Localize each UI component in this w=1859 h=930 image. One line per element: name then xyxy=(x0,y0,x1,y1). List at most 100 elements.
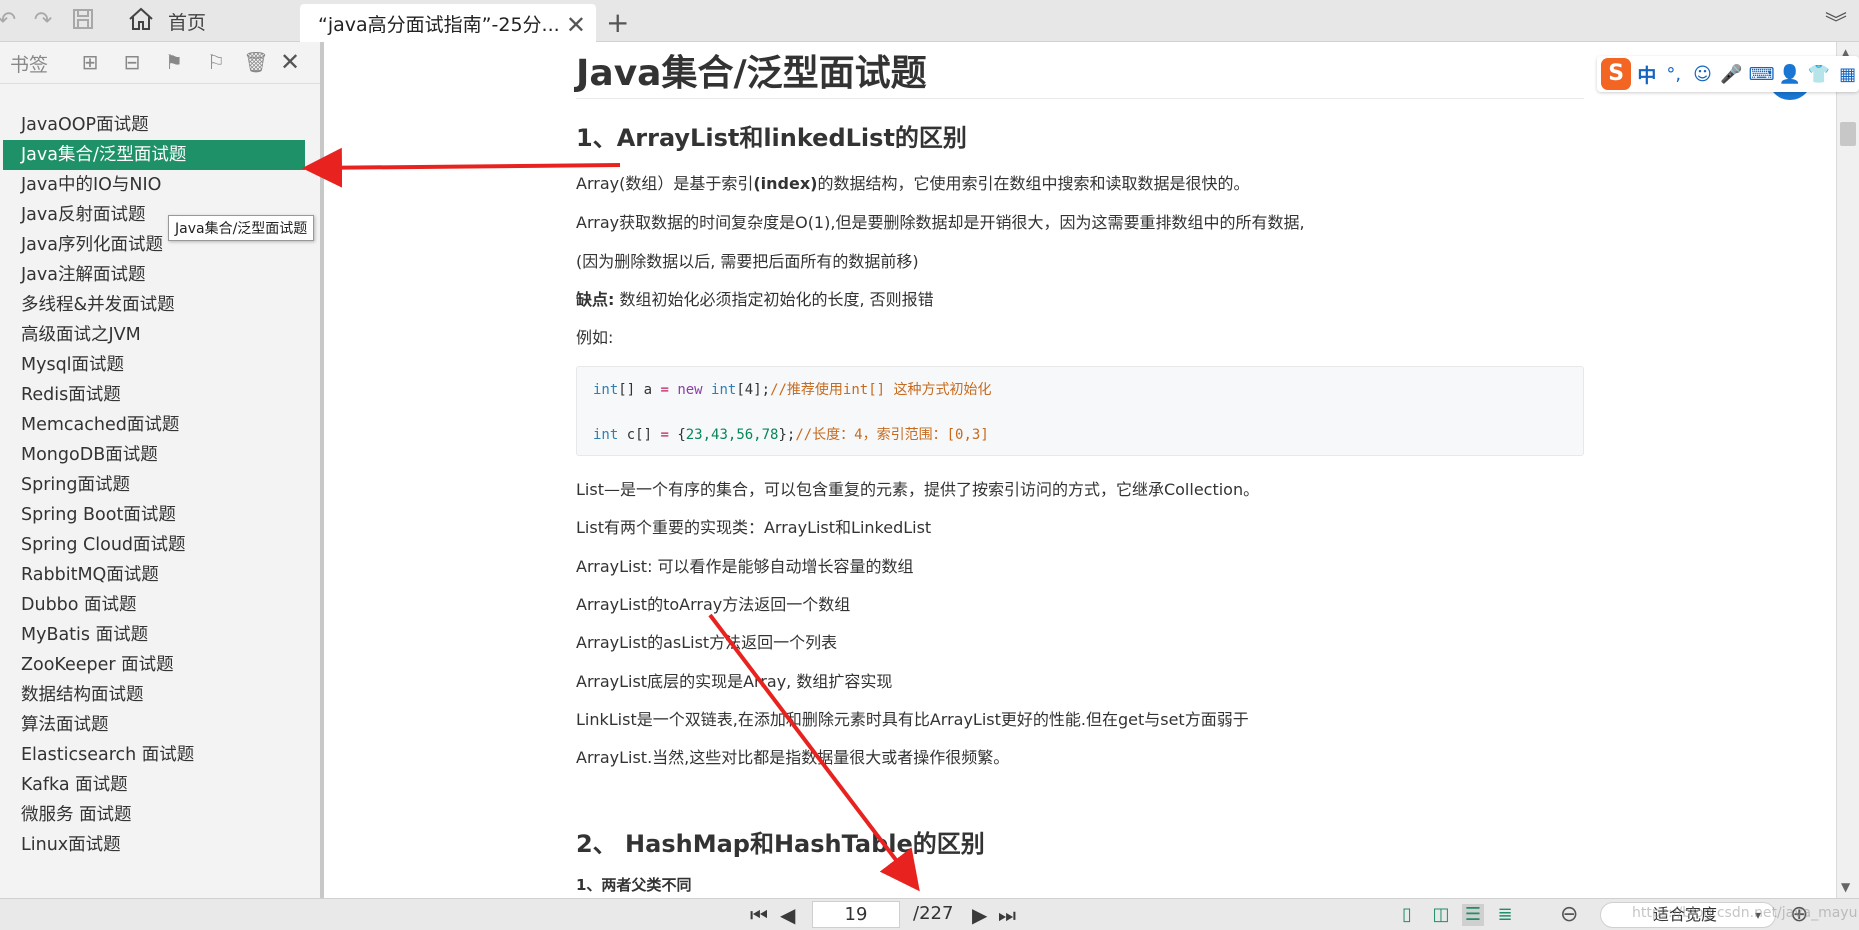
emoji-icon[interactable]: ☺ xyxy=(1691,64,1714,85)
code-type: int xyxy=(593,382,619,398)
paragraph-10: ArrayList的asList方法返回一个列表 xyxy=(576,633,838,652)
bookmark-edit-icon[interactable]: ⚐ xyxy=(202,48,230,76)
skin-icon[interactable]: 👕 xyxy=(1807,64,1830,85)
section-heading-1: 1、ArrayList和linkedList的区别 xyxy=(576,124,967,152)
close-icon[interactable]: ✕ xyxy=(566,11,586,39)
save-icon[interactable] xyxy=(70,8,96,34)
paragraph-4-text: 数组初始化必须指定初始化的长度, 否则报错 xyxy=(614,290,934,309)
book-view-icon[interactable]: ≣ xyxy=(1494,904,1516,926)
page-number-input[interactable]: 19 xyxy=(812,901,900,928)
sidebar-item[interactable]: Spring Cloud面试题 xyxy=(0,530,320,560)
bookmark-title: 书签 xyxy=(10,54,49,76)
sidebar-item[interactable]: Memcached面试题 xyxy=(0,410,320,440)
paragraph-1: Array(数组）是基于索引(index)的数据结构，它使用索引在数组中搜索和读… xyxy=(576,170,1249,194)
sidebar-item[interactable]: 微服务 面试题 xyxy=(0,800,320,830)
subheading-1: 1、两者父类不同 xyxy=(576,876,692,894)
bookmark-sidebar: 书签 ⊞ ⊟ ⚑ ⚐ 🗑 ✕ JavaOOP面试题 Java集合/泛型面试题 Jav… xyxy=(0,42,324,898)
vertical-scrollbar[interactable]: ▲ ▼ xyxy=(1836,42,1859,898)
sidebar-item[interactable]: Mysql面试题 xyxy=(0,350,320,380)
sidebar-item[interactable]: Linux面试题 xyxy=(0,830,320,860)
paragraph-8: ArrayList: 可以看作是能够自动增长容量的数组 xyxy=(576,557,914,576)
grid-menu-icon[interactable]: ▦ xyxy=(1836,64,1859,85)
sidebar-item[interactable]: Dubbo 面试题 xyxy=(0,590,320,620)
scroll-thumb[interactable] xyxy=(1840,122,1856,146)
paragraph-1-text-c: 的数据结构，它使用索引在数组中搜索和读取数据是很快的。 xyxy=(817,174,1250,193)
bookmark-tooltip: Java集合/泛型面试题 xyxy=(168,215,315,241)
code-text: c[] xyxy=(618,427,661,443)
paragraph-9: ArrayList的toArray方法返回一个数组 xyxy=(576,595,851,614)
add-bookmark-icon[interactable]: ⊞ xyxy=(76,48,104,76)
sidebar-item[interactable]: Java中的IO与NIO xyxy=(0,170,320,200)
delete-icon[interactable]: 🗑 xyxy=(242,48,270,76)
sidebar-item[interactable]: MongoDB面试题 xyxy=(0,440,320,470)
keyboard-icon[interactable]: ⌨ xyxy=(1749,64,1775,85)
sidebar-item[interactable]: JavaOOP面试题 xyxy=(0,110,320,140)
sidebar-item[interactable]: 多线程&并发面试题 xyxy=(0,290,320,320)
code-line-2: int c[] = {23,43,56,78};//长度：4，索引范围：[0,3… xyxy=(593,424,989,444)
document-view[interactable]: Java集合/泛型面试题 1、ArrayList和linkedList的区别 A… xyxy=(328,42,1836,898)
paragraph-5: 例如: xyxy=(576,328,614,347)
code-operator: = xyxy=(660,427,669,443)
single-page-view-icon[interactable]: ▯ xyxy=(1396,904,1418,926)
home-icon xyxy=(128,7,154,36)
sidebar-item[interactable]: RabbitMQ面试题 xyxy=(0,560,320,590)
sogou-logo-icon[interactable]: S xyxy=(1601,58,1632,90)
code-type: int xyxy=(593,427,619,443)
paragraph-4: 缺点: 数组初始化必须指定初始化的长度, 否则报错 xyxy=(576,286,934,310)
first-page-icon[interactable]: ⏮ xyxy=(750,903,768,927)
sidebar-item[interactable]: Kafka 面试题 xyxy=(0,770,320,800)
code-number: 23,43,56,78 xyxy=(685,427,779,443)
chevron-down-icon[interactable]: ︾ xyxy=(1825,6,1847,38)
code-comment: //推荐使用int[] 这种方式初始化 xyxy=(770,382,992,398)
paragraph-11: ArrayList底层的实现是Array, 数组扩容实现 xyxy=(576,672,893,691)
code-text: { xyxy=(668,427,686,443)
status-bar: ⏮ ◀ 19 /227 ▶ ⏭ ▯ ◫ ☰ ≣ ⊖ 适合宽度 ▾ ⊕ https… xyxy=(0,898,1859,930)
sidebar-item[interactable]: Redis面试题 xyxy=(0,380,320,410)
tab-document-label: “java高分面试指南”-25分... xyxy=(318,13,560,36)
ime-toolbar: S 中 °, ☺ 🎤 ⌨ 👤 👕 ▦ xyxy=(1597,56,1859,92)
bookmark-icon[interactable]: ⚑ xyxy=(160,48,188,76)
tab-home[interactable]: 首页 xyxy=(128,6,206,36)
prev-page-icon[interactable]: ◀ xyxy=(780,903,795,927)
page-total: /227 xyxy=(913,903,954,924)
code-operator: = xyxy=(660,382,669,398)
code-block: int[] a = new int[4];//推荐使用int[] 这种方式初始化… xyxy=(576,366,1584,456)
collapse-icon[interactable]: ⊟ xyxy=(118,48,146,76)
sidebar-item[interactable]: Java注解面试题 xyxy=(0,260,320,290)
continuous-view-icon[interactable]: ☰ xyxy=(1462,904,1484,926)
user-icon[interactable]: 👤 xyxy=(1779,64,1802,85)
sidebar-item[interactable]: Spring Boot面试题 xyxy=(0,500,320,530)
tab-document[interactable]: “java高分面试指南”-25分... ✕ xyxy=(300,4,596,42)
sidebar-item[interactable]: 数据结构面试题 xyxy=(0,680,320,710)
code-text: [4]; xyxy=(736,382,771,398)
code-type: int xyxy=(711,382,737,398)
ime-language-toggle[interactable]: 中 xyxy=(1637,61,1656,88)
zoom-out-icon[interactable]: ⊖ xyxy=(1560,902,1578,927)
sidebar-item[interactable]: ZooKeeper 面试题 xyxy=(0,650,320,680)
paragraph-4-label: 缺点: xyxy=(576,290,615,309)
sidebar-item[interactable]: 算法面试题 xyxy=(0,710,320,740)
scroll-down-icon[interactable]: ▼ xyxy=(1841,880,1850,894)
paragraph-7: List有两个重要的实现类：ArrayList和LinkedList xyxy=(576,518,932,537)
double-page-view-icon[interactable]: ◫ xyxy=(1430,904,1452,926)
tab-home-label: 首页 xyxy=(168,11,207,34)
next-page-icon[interactable]: ▶ xyxy=(972,903,987,927)
microphone-icon[interactable]: 🎤 xyxy=(1720,64,1743,85)
paragraph-13: ArrayList.当然,这些对比都是指数据量很大或者操作很频繁。 xyxy=(576,748,1010,767)
page-title: Java集合/泛型面试题 xyxy=(576,53,927,94)
title-divider xyxy=(576,98,1584,99)
sidebar-item[interactable]: 高级面试之JVM xyxy=(0,320,320,350)
redo-icon[interactable]: ↷ xyxy=(30,8,56,34)
undo-icon[interactable]: ↶ xyxy=(0,8,20,34)
sidebar-item[interactable]: Java集合/泛型面试题 xyxy=(3,140,305,170)
code-text: [] a xyxy=(618,382,661,398)
sidebar-item[interactable]: Spring面试题 xyxy=(0,470,320,500)
sidebar-item[interactable]: Elasticsearch 面试题 xyxy=(0,740,320,770)
last-page-icon[interactable]: ⏭ xyxy=(998,903,1016,927)
tab-bar: ↶ ↷ 首页 “java高分面试指南”-25分... ✕ + ︾ xyxy=(0,0,1859,42)
close-sidebar-icon[interactable]: ✕ xyxy=(276,48,304,76)
code-keyword: new xyxy=(668,382,712,398)
sidebar-item[interactable]: MyBatis 面试题 xyxy=(0,620,320,650)
punctuation-icon[interactable]: °, xyxy=(1662,64,1685,85)
plus-icon[interactable]: + xyxy=(606,6,629,39)
